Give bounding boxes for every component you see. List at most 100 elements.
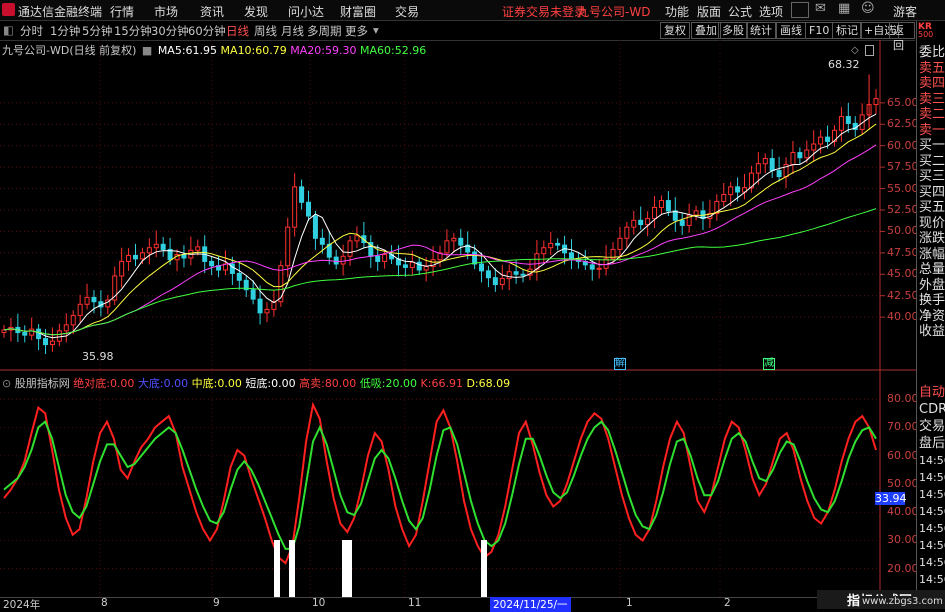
menu-item-news[interactable]: 资讯 bbox=[200, 3, 224, 20]
menu-item-function[interactable]: 功能 bbox=[665, 3, 689, 20]
period-tab-weekly[interactable]: 周线 bbox=[254, 23, 277, 39]
menu-item-discover[interactable]: 发现 bbox=[244, 3, 268, 20]
unlock-marker[interactable]: 解 bbox=[614, 358, 626, 370]
candle-body bbox=[728, 186, 734, 196]
expand-icon[interactable] bbox=[865, 45, 874, 56]
candle-body bbox=[825, 136, 831, 142]
price-tick-label: 57.50 bbox=[887, 160, 919, 174]
kd-tick-label: 20.00 bbox=[887, 561, 919, 575]
candle-body bbox=[624, 226, 630, 239]
multi-stock-button[interactable]: 多股 bbox=[718, 22, 748, 39]
candle-body bbox=[84, 296, 90, 305]
period-tab-30min[interactable]: 30分钟 bbox=[151, 23, 189, 39]
candle-body bbox=[36, 328, 42, 340]
period-tab-60min[interactable]: 60分钟 bbox=[188, 23, 226, 39]
quote-field-label: 卖二 bbox=[919, 107, 945, 122]
candle-body bbox=[811, 143, 817, 151]
quote-lower-label: 盘后 bbox=[919, 436, 945, 451]
diamond-icon[interactable]: ◇ bbox=[851, 45, 859, 56]
f10-button[interactable]: F10 bbox=[805, 22, 834, 39]
high-price-label: 68.32 bbox=[828, 58, 860, 71]
quote-field-label: 净资 bbox=[919, 308, 945, 324]
candlestick-series bbox=[1, 74, 879, 354]
candle-body bbox=[22, 332, 28, 336]
price-tick-label: 62.50 bbox=[887, 117, 919, 131]
quote-lower-label: 14:56 bbox=[919, 539, 945, 552]
candle-body bbox=[693, 210, 699, 216]
ma-lines bbox=[3, 113, 877, 339]
menu-item-wealth[interactable]: 财富圈 bbox=[340, 3, 376, 20]
quote-field-label: 卖四 bbox=[919, 76, 945, 91]
statistics-button[interactable]: 统计 bbox=[746, 22, 776, 39]
menu-item-market[interactable]: 行情 bbox=[110, 3, 134, 20]
price-tick-label: 55.00 bbox=[887, 181, 919, 195]
quote-field-label: 卖一 bbox=[919, 122, 945, 138]
candle-body bbox=[485, 270, 491, 279]
candle-body bbox=[250, 289, 256, 300]
candle-body bbox=[29, 328, 35, 336]
candle-body bbox=[409, 261, 415, 268]
notification-icon[interactable] bbox=[791, 2, 809, 18]
period-tab-more[interactable]: 更多 bbox=[345, 23, 368, 39]
back-button[interactable]: 返回 bbox=[889, 22, 915, 52]
candle-body bbox=[56, 330, 62, 342]
candle-body bbox=[665, 200, 671, 212]
adjust-button[interactable]: 复权 bbox=[660, 22, 690, 39]
toolbar-toggle-icon[interactable]: ◧ bbox=[3, 23, 14, 37]
candle-body bbox=[306, 201, 312, 217]
grid-icon[interactable]: ▦ bbox=[838, 1, 850, 16]
period-tab-5min[interactable]: 5分钟 bbox=[82, 23, 112, 39]
menu-bar: 通达信金融终端 行情 市场 资讯 发现 问小达 财富圈 交易 证券交易未登录 九… bbox=[0, 0, 945, 21]
period-toolbar: ◧ 分时 1分钟 5分钟 15分钟 30分钟 60分钟 日线 周线 月线 多周期… bbox=[0, 21, 915, 52]
candle-body bbox=[340, 255, 346, 265]
menu-item-ask[interactable]: 问小达 bbox=[288, 3, 324, 20]
param-k: K:66.91 bbox=[420, 377, 463, 390]
date-label: 2024年 bbox=[3, 599, 41, 611]
period-tab-daily[interactable]: 日线 bbox=[226, 23, 249, 39]
user-avatar-icon[interactable]: ☺ bbox=[861, 1, 875, 16]
overlay-button[interactable]: 叠加 bbox=[691, 22, 721, 39]
candle-body bbox=[402, 264, 408, 268]
period-tab-intraday[interactable]: 分时 bbox=[20, 23, 43, 39]
mail-icon[interactable]: ✉ bbox=[815, 1, 826, 16]
menu-item-trade[interactable]: 交易 bbox=[395, 3, 419, 20]
indicator-toggle-icon[interactable]: ⊙ bbox=[2, 377, 11, 390]
quote-field-label: 买一 bbox=[919, 138, 945, 153]
login-status[interactable]: 证券交易未登录 bbox=[502, 3, 586, 20]
candle-body bbox=[845, 116, 851, 124]
candle-body bbox=[735, 186, 741, 193]
quote-lower-label: 14:56 bbox=[919, 556, 945, 569]
more-chevron-icon[interactable]: ▾ bbox=[373, 23, 379, 37]
candle-body bbox=[382, 254, 388, 262]
candle-body bbox=[520, 273, 526, 276]
candle-body bbox=[818, 136, 824, 145]
period-tab-multi[interactable]: 多周期 bbox=[307, 23, 342, 39]
ma20-line bbox=[3, 144, 877, 336]
quote-lower-label: 14:56 bbox=[919, 471, 945, 484]
menu-item-formula[interactable]: 公式 bbox=[728, 3, 752, 20]
reduce-marker[interactable]: 减 bbox=[763, 358, 775, 370]
app-logo-icon bbox=[2, 3, 15, 16]
quote-field-label: 现价 bbox=[919, 215, 945, 231]
mark-button[interactable]: 标记 bbox=[832, 22, 862, 39]
user-name[interactable]: 游客 bbox=[893, 3, 917, 20]
cursor-date-label: 2024/11/25/一 bbox=[490, 597, 571, 612]
candle-body bbox=[769, 158, 775, 172]
current-stock-title: 九号公司-WD bbox=[577, 5, 651, 19]
candle-body bbox=[292, 186, 298, 228]
candle-body bbox=[513, 271, 519, 275]
period-tab-15min[interactable]: 15分钟 bbox=[114, 23, 152, 39]
quote-field-label: 换手 bbox=[919, 293, 945, 308]
price-tick-label: 40.00 bbox=[887, 310, 919, 324]
period-tab-monthly[interactable]: 月线 bbox=[281, 23, 304, 39]
menu-item-exchange[interactable]: 市场 bbox=[154, 3, 178, 20]
menu-item-layout[interactable]: 版面 bbox=[697, 3, 721, 20]
chart-area[interactable] bbox=[0, 40, 916, 597]
menu-item-options[interactable]: 选项 bbox=[759, 3, 783, 20]
app-title: 通达信金融终端 bbox=[18, 5, 103, 19]
candle-body bbox=[375, 255, 381, 262]
draw-button[interactable]: 画线 bbox=[776, 22, 806, 39]
candle-body bbox=[499, 278, 505, 286]
period-tab-1min[interactable]: 1分钟 bbox=[50, 23, 80, 39]
price-tick-label: 45.00 bbox=[887, 267, 919, 281]
